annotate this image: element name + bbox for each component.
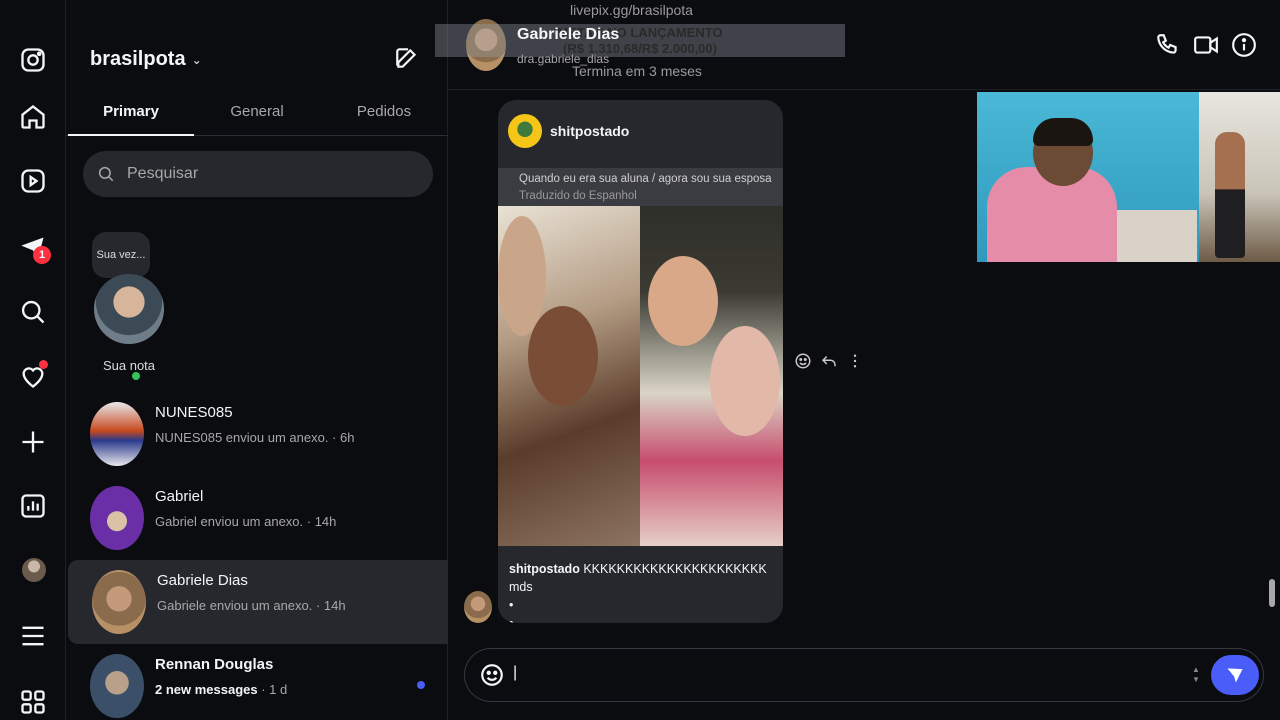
- notification-dot: [39, 360, 48, 369]
- notifications-icon[interactable]: [19, 360, 48, 390]
- chat-header: livepix.gg/brasilpota META 6 NO LANÇAMEN…: [435, 0, 1280, 90]
- post-text: shitpostado KKKKKKKKKKKKKKKKKKKKKK mds •…: [509, 560, 783, 623]
- tab-general[interactable]: General: [194, 103, 320, 120]
- compose-icon[interactable]: [394, 45, 420, 71]
- note-label: Sua nota: [102, 358, 156, 373]
- message-input[interactable]: [513, 663, 1173, 687]
- search-icon: [98, 166, 114, 182]
- create-icon[interactable]: [19, 428, 47, 456]
- instagram-icon[interactable]: [19, 46, 47, 74]
- avatar: [90, 654, 144, 718]
- messages-badge: 1: [33, 246, 51, 264]
- message-composer: | ▲ ▼: [464, 648, 1264, 702]
- webcam-overlay: [977, 92, 1280, 262]
- thread-item[interactable]: Gabriel Gabriel enviou um anexo. · 14h: [66, 476, 448, 560]
- emoji-icon[interactable]: [479, 662, 505, 688]
- contact-username: dra.gabriele_dias: [517, 52, 610, 66]
- stepper-icon[interactable]: ▲ ▼: [1190, 665, 1202, 687]
- more-icon[interactable]: [19, 622, 47, 650]
- scrollbar[interactable]: [1267, 95, 1277, 625]
- shared-post-message[interactable]: shitpostado Quando eu era sua aluna / ag…: [498, 100, 783, 623]
- reels-icon[interactable]: [19, 167, 47, 195]
- avatar: [90, 402, 144, 466]
- message-actions: [794, 352, 864, 372]
- app-window: 1 brasilpota ⌄ Primary General Pedidos P…: [0, 0, 1280, 720]
- send-button[interactable]: [1211, 655, 1259, 695]
- scroll-thumb[interactable]: [1269, 579, 1275, 607]
- sender-avatar: [464, 591, 492, 623]
- avatar: [90, 486, 144, 550]
- info-icon[interactable]: [1231, 32, 1257, 58]
- inbox-tabs: Primary General Pedidos: [66, 92, 448, 136]
- thread-name: Gabriel: [155, 488, 204, 505]
- send-icon: [1227, 668, 1243, 683]
- thread-item[interactable]: Rennan Douglas 2 new messages · 1 d: [66, 644, 448, 720]
- goal-title: META 6 NO LANÇAMENTO: [557, 25, 723, 40]
- thread-preview: Gabriel enviou um anexo. · 14h: [155, 514, 337, 529]
- chevron-down-icon: ⌄: [191, 52, 202, 67]
- inbox-panel: brasilpota ⌄ Primary General Pedidos Sua…: [66, 0, 450, 720]
- thread-name: Rennan Douglas: [155, 656, 274, 673]
- thread-name: NUNES085: [155, 404, 233, 421]
- thread-preview: Gabriele enviou um anexo. · 14h: [157, 598, 346, 613]
- post-author-avatar: [508, 114, 542, 148]
- photo-before: [498, 206, 640, 546]
- thread-time: · 1 d: [257, 682, 288, 697]
- thread-item-selected[interactable]: Gabriele Dias Gabriele enviou um anexo. …: [68, 560, 450, 644]
- search-icon[interactable]: [19, 298, 47, 326]
- translation-label: Traduzido do Espanhol: [519, 190, 637, 202]
- goal-progress: (R$ 1.310,68/R$ 2.000,00): [563, 41, 717, 56]
- post-image[interactable]: [498, 206, 783, 546]
- tab-primary[interactable]: Primary: [68, 103, 194, 120]
- profile-avatar[interactable]: [22, 558, 46, 582]
- video-call-icon[interactable]: [1193, 32, 1219, 58]
- react-icon[interactable]: [794, 352, 812, 372]
- messages-icon[interactable]: 1: [19, 234, 51, 264]
- active-tab-indicator: [68, 134, 194, 136]
- search-box: [83, 151, 433, 197]
- face: [528, 306, 598, 406]
- threads-icon[interactable]: [19, 688, 47, 716]
- account-name: brasilpota: [90, 48, 186, 70]
- note-avatar[interactable]: [94, 274, 164, 344]
- text-cursor: |: [513, 664, 518, 681]
- insights-icon[interactable]: [19, 492, 47, 520]
- unread-count: 2 new messages: [155, 682, 258, 697]
- unread-dot: [417, 681, 425, 689]
- account-switcher[interactable]: brasilpota ⌄: [90, 48, 202, 71]
- post-caption: Quando eu era sua aluna / agora sou sua …: [498, 168, 783, 206]
- photo-after: [640, 206, 783, 546]
- conversation-panel: livepix.gg/brasilpota META 6 NO LANÇAMEN…: [435, 0, 1280, 720]
- background-person: [1215, 132, 1245, 258]
- thread-item[interactable]: NUNES085 NUNES085 enviou um anexo. · 6h: [66, 392, 448, 476]
- text-line[interactable]: •...: [509, 614, 783, 623]
- shared-post-header: shitpostado: [508, 114, 629, 148]
- face: [710, 326, 780, 436]
- more-options-icon[interactable]: [846, 352, 864, 372]
- thread-name: Gabriele Dias: [157, 572, 248, 589]
- phone-icon[interactable]: [1155, 32, 1181, 58]
- post-author-name[interactable]: shitpostado: [550, 123, 629, 139]
- tab-requests[interactable]: Pedidos: [321, 103, 447, 120]
- thread-preview: NUNES085 enviou um anexo. · 6h: [155, 430, 355, 445]
- streamer-hair: [1033, 118, 1093, 146]
- face: [648, 256, 718, 346]
- avatar: [92, 570, 146, 634]
- reply-icon[interactable]: [820, 352, 838, 372]
- contact-name[interactable]: Gabriele Dias: [517, 26, 619, 44]
- nav-rail: 1: [0, 0, 66, 720]
- text-line: •: [509, 598, 514, 612]
- stream-goal-overlay: META 6 NO LANÇAMENTO (R$ 1.310,68/R$ 2.0…: [435, 24, 845, 57]
- home-icon[interactable]: [19, 103, 47, 131]
- webcam-bed: [1107, 210, 1197, 262]
- search-input[interactable]: [127, 165, 407, 183]
- thread-preview: 2 new messages · 1 d: [155, 682, 287, 697]
- text-author: shitpostado: [509, 562, 580, 576]
- note-bubble[interactable]: Sua vez...: [92, 232, 150, 278]
- stream-overlay-url: livepix.gg/brasilpota: [570, 2, 693, 18]
- caption-text: Quando eu era sua aluna / agora sou sua …: [519, 173, 772, 185]
